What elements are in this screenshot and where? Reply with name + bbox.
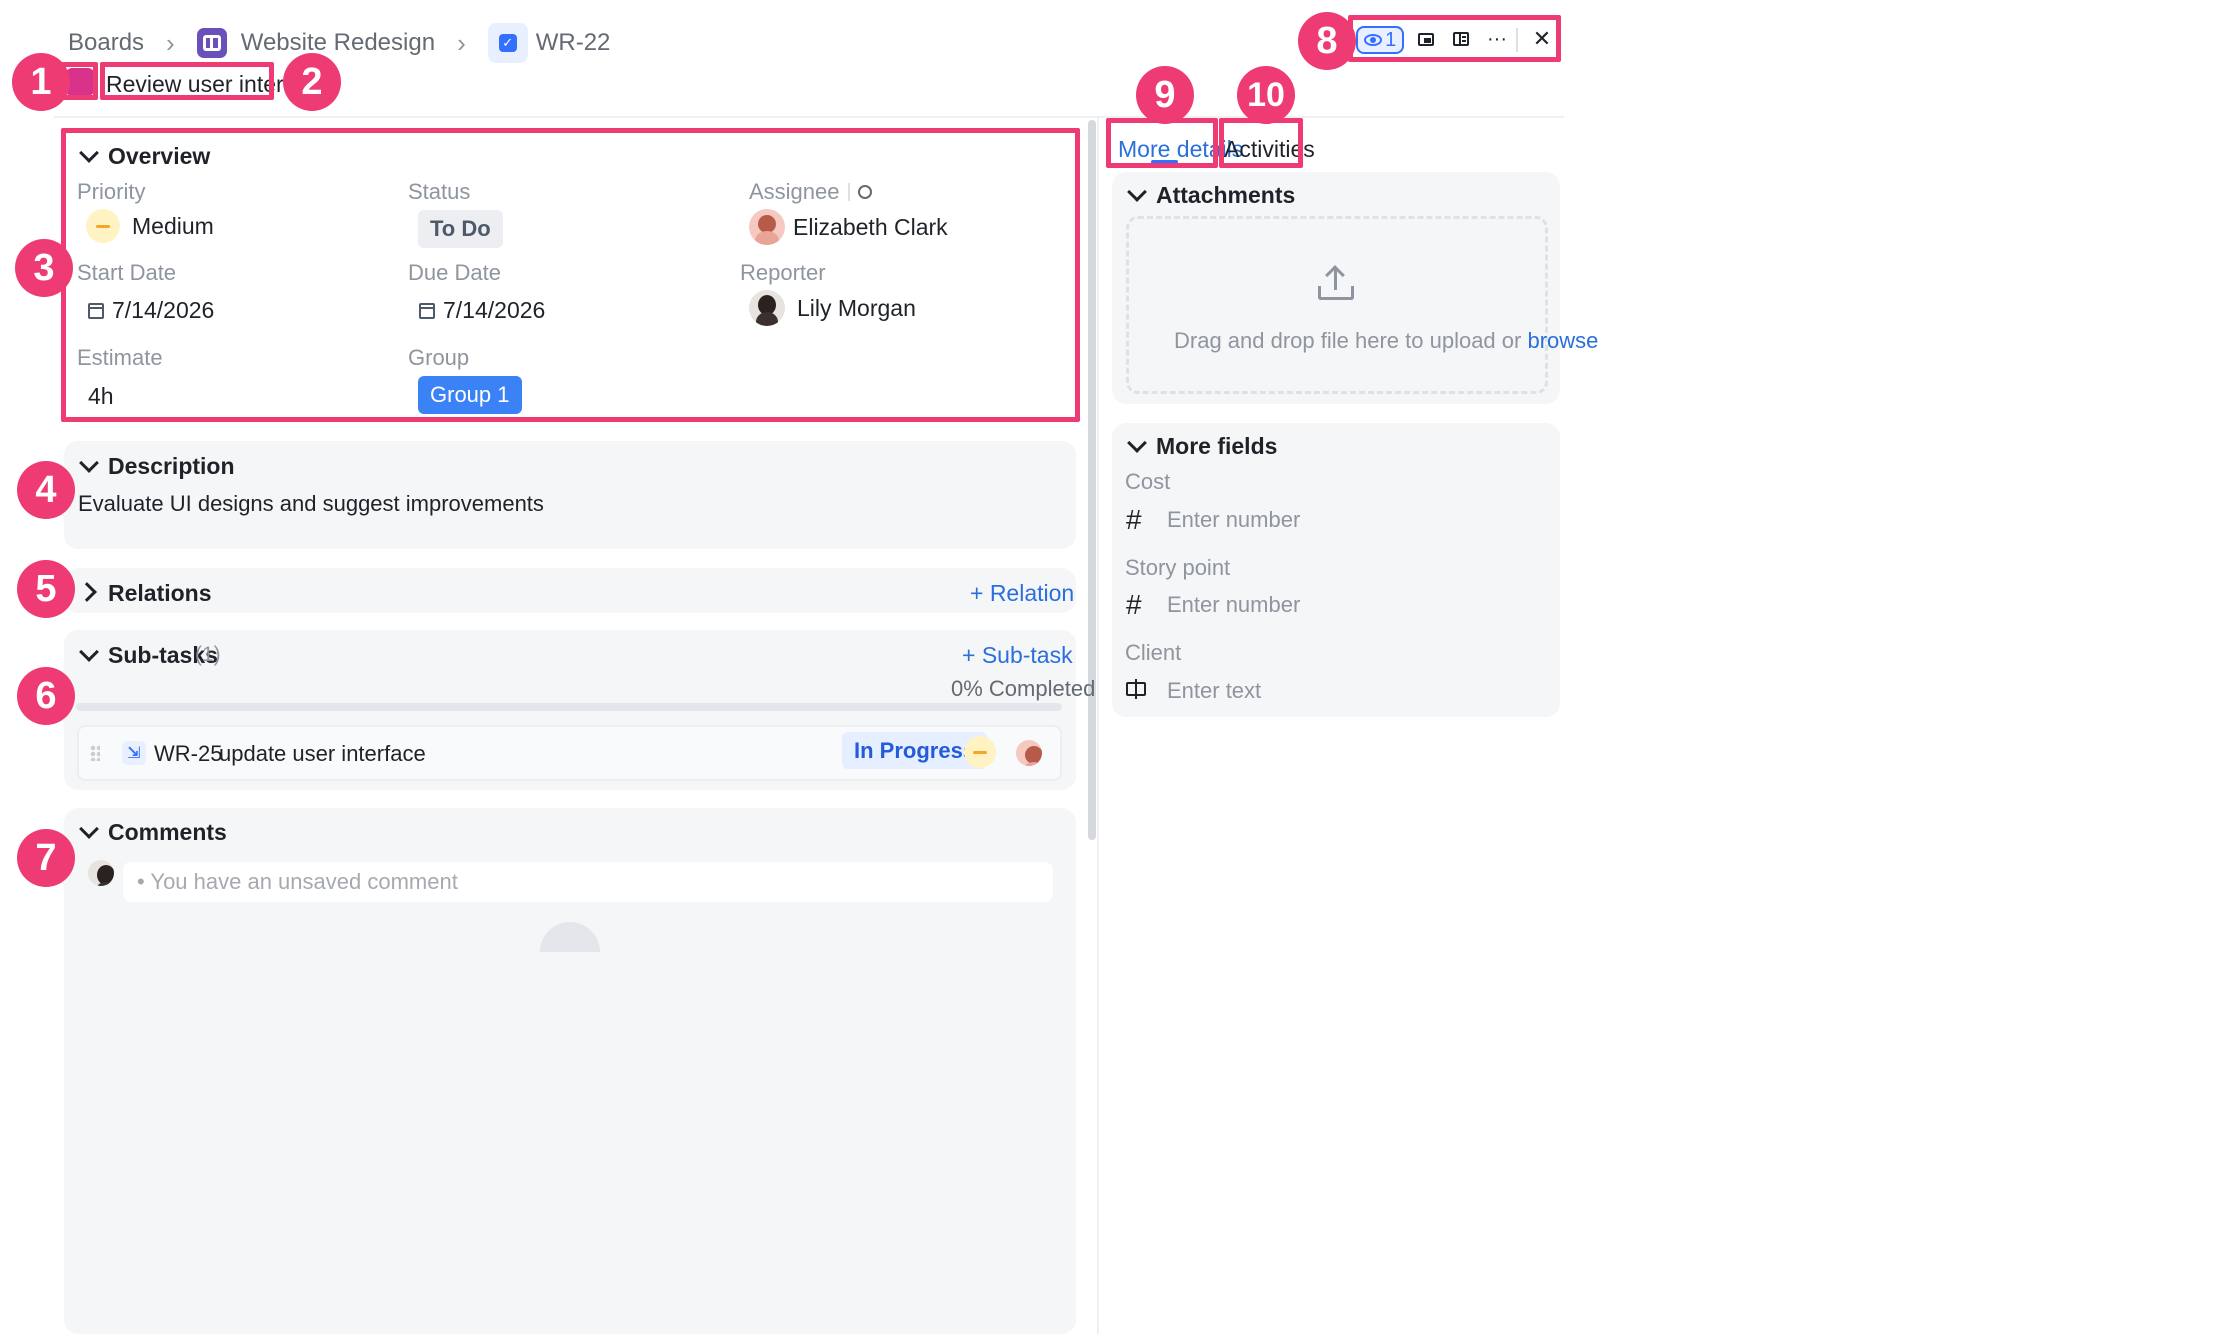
breadcrumb-boards[interactable]: Boards (68, 29, 144, 57)
annotation-badge-9: 9 (1136, 66, 1194, 124)
subtask-id[interactable]: WR-25 (154, 741, 222, 767)
breadcrumb-task-id[interactable]: WR-22 (536, 29, 611, 57)
client-input[interactable]: Enter text (1167, 678, 1261, 704)
annotation-box-3 (61, 128, 1080, 422)
number-icon: # (1126, 589, 1142, 620)
annotation-badge-2: 2 (283, 53, 341, 111)
subtasks-progress-bar (76, 703, 1062, 711)
add-subtask-button[interactable]: + Sub-task (962, 642, 1073, 669)
pane-divider (1097, 118, 1099, 1334)
more-fields-title: More fields (1156, 433, 1278, 459)
annotation-badge-10: 10 (1237, 66, 1295, 124)
annotation-box-2 (100, 62, 274, 100)
cost-label: Cost (1125, 469, 1171, 494)
subtasks-progress-text: 0% Completed (951, 676, 1096, 701)
browse-link[interactable]: browse (1527, 328, 1598, 353)
comments-title: Comments (108, 819, 227, 845)
add-relation-button[interactable]: + Relation (970, 580, 1074, 607)
avatar (88, 860, 114, 886)
drag-handle-icon[interactable] (90, 745, 100, 761)
text-field-icon (1126, 679, 1146, 699)
annotation-badge-1: 1 (12, 53, 70, 111)
annotation-badge-5: 5 (17, 560, 75, 618)
chevron-right-icon: › (457, 27, 466, 58)
comment-input[interactable]: • You have an unsaved comment (123, 862, 1053, 902)
subtask-assignee[interactable] (1016, 740, 1054, 771)
annotation-badge-6: 6 (17, 667, 75, 725)
annotation-box-9 (1106, 118, 1218, 168)
upload-icon (1318, 265, 1354, 300)
board-icon (196, 28, 227, 58)
story-point-label: Story point (1125, 555, 1231, 580)
annotation-badge-7: 7 (17, 829, 75, 887)
description-title: Description (108, 453, 235, 479)
breadcrumb-project[interactable]: Website Redesign (241, 29, 435, 57)
avatar (1016, 740, 1042, 766)
annotation-badge-8: 8 (1298, 12, 1356, 70)
breadcrumb: Boards › Website Redesign › ✓ WR-22 (68, 23, 611, 63)
chevron-right-icon: › (166, 27, 175, 58)
subtask-name[interactable]: update user interface (219, 741, 426, 767)
priority-medium-icon (964, 736, 996, 768)
relations-panel (64, 568, 1076, 613)
annotation-box-10 (1219, 118, 1303, 168)
attachments-title: Attachments (1156, 182, 1296, 208)
header-divider (54, 116, 1564, 118)
task-checkbox-icon: ✓ (487, 23, 528, 63)
annotation-box-8 (1348, 15, 1561, 62)
story-point-input[interactable]: Enter number (1167, 592, 1300, 618)
dropzone-instructions: Drag and drop file here to upload or (1174, 328, 1522, 353)
annotation-badge-4: 4 (17, 461, 75, 519)
dropzone-text: Drag and drop file here to upload or bro… (1174, 328, 1598, 354)
comment-avatar (88, 860, 126, 891)
number-icon: # (1126, 504, 1142, 535)
description-text[interactable]: Evaluate UI designs and suggest improvem… (78, 491, 544, 517)
file-dropzone[interactable] (1126, 216, 1548, 394)
annotation-badge-3: 3 (15, 239, 73, 297)
subtask-priority[interactable] (964, 736, 1008, 768)
scrollbar[interactable] (1088, 120, 1096, 840)
subtasks-count: (1) (195, 643, 221, 666)
client-label: Client (1125, 640, 1182, 665)
relations-title: Relations (108, 580, 212, 606)
subtask-icon: ⇲ (122, 741, 146, 765)
cost-input[interactable]: Enter number (1167, 507, 1300, 533)
